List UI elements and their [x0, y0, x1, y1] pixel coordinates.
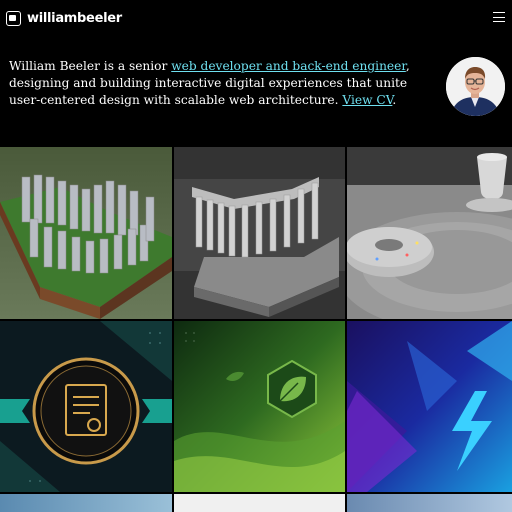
role-link[interactable]: web developer and back-end engineer	[171, 59, 406, 73]
ancient-ruins-3d-tile[interactable]	[0, 147, 172, 319]
site-logo[interactable]: williambeeler	[6, 11, 122, 26]
portfolio-grid	[0, 147, 512, 512]
view-cv-link[interactable]: View CV	[342, 93, 392, 107]
donut-and-cup-render-tile[interactable]	[347, 147, 512, 319]
blue-lightning-tile[interactable]	[347, 321, 512, 492]
intro-period: .	[392, 93, 397, 107]
partial-tile-white[interactable]	[174, 494, 345, 512]
intro-text-1: William Beeler is a senior	[9, 59, 172, 73]
green-leaf-hexagon-tile[interactable]	[174, 321, 345, 492]
top-bar: williambeeler	[0, 0, 512, 44]
logo-text: williambeeler	[27, 11, 122, 26]
logo-mark-icon	[6, 11, 21, 26]
partial-tile-sky[interactable]	[0, 494, 172, 512]
certificate-badge-tile[interactable]	[0, 321, 172, 492]
partial-tile-blue[interactable]	[347, 494, 512, 512]
hamburger-menu-icon[interactable]	[493, 12, 505, 22]
avatar	[446, 57, 505, 116]
intro-paragraph: William Beeler is a senior web developer…	[9, 58, 441, 109]
greek-temple-model-tile[interactable]	[174, 147, 345, 319]
